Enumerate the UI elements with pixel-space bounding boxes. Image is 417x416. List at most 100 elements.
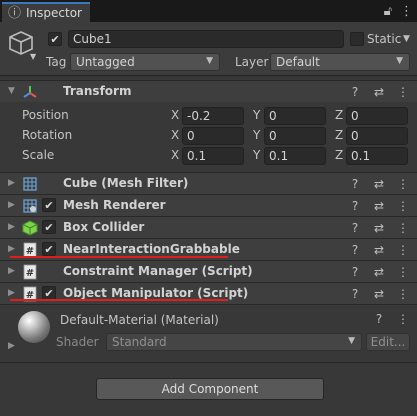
lock-icon[interactable]: 🔓︎ <box>384 5 392 18</box>
preset-icon[interactable]: ⇄ <box>373 220 385 236</box>
material-title: Default-Material (Material) <box>60 313 219 327</box>
rotation-row: Rotation X 0 Y 0 Z 0 <box>0 126 417 146</box>
preset-icon[interactable]: ⇄ <box>373 198 385 214</box>
preset-icon[interactable]: ⇄ <box>373 264 385 280</box>
kebab-menu-icon[interactable]: ⋮ <box>397 264 409 280</box>
kebab-menu-icon[interactable]: ⋮ <box>397 84 409 100</box>
component-box-collider[interactable]: ▶ ✔ Box Collider ? ⇄ ⋮ <box>0 216 417 238</box>
layer-dropdown[interactable]: Default ▼ <box>270 53 410 71</box>
kebab-menu-icon[interactable]: ⋮ <box>397 220 409 236</box>
highlight-underline <box>10 299 228 301</box>
help-icon[interactable]: ? <box>349 264 361 280</box>
kebab-menu-icon[interactable]: ⋮ <box>397 198 409 214</box>
edit-label: Edit... <box>370 335 406 349</box>
kebab-menu-icon[interactable]: ⋮ <box>400 5 413 18</box>
foldout-collapsed-icon[interactable]: ▶ <box>8 341 15 351</box>
active-checkbox[interactable]: ✔ <box>48 32 62 46</box>
foldout-collapsed-icon[interactable]: ▶ <box>8 266 15 276</box>
layer-value: Default <box>276 55 320 69</box>
help-icon[interactable]: ? <box>349 176 361 192</box>
preset-icon[interactable]: ⇄ <box>373 286 385 302</box>
static-dropdown-arrow[interactable]: ▼ <box>403 35 410 44</box>
scale-x-field[interactable]: 0.1 <box>182 147 244 165</box>
foldout-expanded-icon[interactable]: ▼ <box>8 86 15 96</box>
help-icon[interactable]: ? <box>349 220 361 236</box>
shader-value: Standard <box>112 335 167 349</box>
component-mesh-filter[interactable]: ▶ Cube (Mesh Filter) ? ⇄ ⋮ <box>0 172 417 194</box>
axis-x-label[interactable]: X <box>171 148 179 162</box>
chevron-down-icon: ▼ <box>206 56 213 66</box>
rotation-z-field[interactable]: 0 <box>346 127 408 145</box>
component-enabled-checkbox[interactable]: ✔ <box>42 198 56 212</box>
axis-z-label[interactable]: Z <box>335 108 343 122</box>
scale-label: Scale <box>22 148 55 162</box>
scale-z-field[interactable]: 0.1 <box>346 147 408 165</box>
foldout-collapsed-icon[interactable]: ▶ <box>8 222 15 232</box>
tab-inspector[interactable]: ⓘ Inspector <box>2 2 90 22</box>
component-title: NearInteractionGrabbable <box>63 242 240 256</box>
kebab-menu-icon[interactable]: ⋮ <box>397 286 409 302</box>
position-z-field[interactable]: 0 <box>346 107 408 125</box>
highlight-underline <box>10 256 228 258</box>
transform-icon <box>23 86 37 98</box>
help-icon[interactable]: ? <box>349 84 361 100</box>
component-title: Mesh Renderer <box>63 198 166 212</box>
kebab-menu-icon[interactable]: ⋮ <box>397 242 409 258</box>
help-icon[interactable]: ? <box>349 242 361 258</box>
kebab-menu-icon[interactable]: ⋮ <box>397 176 409 192</box>
box-collider-icon <box>22 220 38 236</box>
add-component-label: Add Component <box>161 382 259 396</box>
rotation-x-field[interactable]: 0 <box>182 127 244 145</box>
axis-y-label[interactable]: Y <box>253 128 260 142</box>
icon-dropdown-arrow[interactable]: ▼ <box>30 52 36 61</box>
component-enabled-checkbox[interactable]: ✔ <box>42 220 56 234</box>
component-enabled-checkbox[interactable]: ✔ <box>42 286 56 300</box>
material-preview-sphere <box>18 311 50 343</box>
axis-x-label[interactable]: X <box>171 128 179 142</box>
preset-icon[interactable]: ⇄ <box>373 242 385 258</box>
axis-z-label[interactable]: Z <box>335 128 343 142</box>
shader-edit-button[interactable]: Edit... <box>366 333 410 351</box>
rotation-y-field[interactable]: 0 <box>264 127 326 145</box>
axis-y-label[interactable]: Y <box>253 148 260 162</box>
mesh-renderer-icon <box>23 199 37 213</box>
preset-icon[interactable]: ⇄ <box>373 176 385 192</box>
preset-icon[interactable]: ⇄ <box>373 84 385 100</box>
component-mesh-renderer[interactable]: ▶ ✔ Mesh Renderer ? ⇄ ⋮ <box>0 194 417 216</box>
layer-label: Layer <box>235 55 269 69</box>
component-title: Box Collider <box>63 220 145 234</box>
transform-header[interactable]: ▼ Transform ? ⇄ ⋮ <box>0 80 417 102</box>
component-constraint-manager[interactable]: ▶ # Constraint Manager (Script) ? ⇄ ⋮ <box>0 260 417 282</box>
tag-dropdown[interactable]: Untagged ▼ <box>70 53 220 71</box>
position-row: Position X -0.2 Y 0 Z 0 <box>0 106 417 126</box>
component-enabled-checkbox[interactable]: ✔ <box>42 242 56 256</box>
foldout-collapsed-icon[interactable]: ▶ <box>8 244 15 254</box>
object-name-field[interactable]: Cube1 <box>68 30 344 48</box>
axis-y-label[interactable]: Y <box>253 108 260 122</box>
position-y-field[interactable]: 0 <box>264 107 326 125</box>
help-icon[interactable]: ? <box>373 311 385 327</box>
shader-dropdown[interactable]: Standard ▼ <box>106 333 362 351</box>
help-icon[interactable]: ? <box>349 198 361 214</box>
foldout-collapsed-icon[interactable]: ▶ <box>8 178 15 188</box>
tag-value: Untagged <box>76 55 135 69</box>
component-title: Cube (Mesh Filter) <box>63 176 189 190</box>
chevron-down-icon: ▼ <box>348 336 355 346</box>
add-component-button[interactable]: Add Component <box>96 378 324 400</box>
axis-x-label[interactable]: X <box>171 108 179 122</box>
static-checkbox[interactable] <box>350 32 364 46</box>
static-label: Static <box>367 32 402 46</box>
position-x-field[interactable]: -0.2 <box>182 107 244 125</box>
axis-z-label[interactable]: Z <box>335 148 343 162</box>
help-icon[interactable]: ? <box>349 286 361 302</box>
chevron-down-icon: ▼ <box>396 56 403 66</box>
material-section: ▶ Default-Material (Material) ? ⋮ Shader… <box>0 304 417 356</box>
scale-y-field[interactable]: 0.1 <box>264 147 326 165</box>
foldout-collapsed-icon[interactable]: ▶ <box>8 288 15 298</box>
position-label: Position <box>22 108 69 122</box>
foldout-collapsed-icon[interactable]: ▶ <box>8 200 15 210</box>
shader-label: Shader <box>56 335 99 349</box>
kebab-menu-icon[interactable]: ⋮ <box>397 311 409 327</box>
object-header: ▼ ✔ Cube1 Static ▼ Tag Untagged ▼ Layer … <box>0 22 417 76</box>
info-icon: ⓘ <box>8 5 22 21</box>
